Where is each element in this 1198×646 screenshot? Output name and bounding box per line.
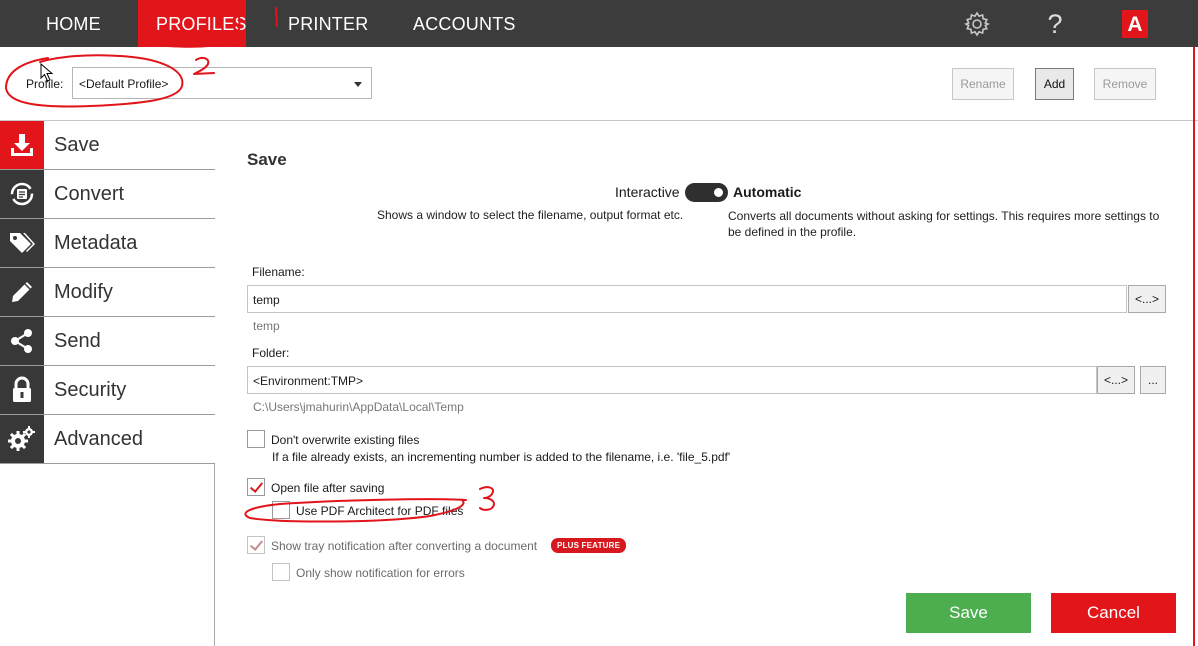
- filename-input[interactable]: temp: [247, 285, 1127, 313]
- sidebar-item-label: Modify: [54, 281, 113, 303]
- sidebar-item-send[interactable]: Send: [0, 317, 215, 366]
- top-navigation-bar: HOME PROFILES PRINTER ACCOUNTS ? A: [0, 0, 1198, 47]
- toggle-knob: [714, 188, 723, 197]
- sidebar-item-metadata[interactable]: Metadata: [0, 219, 215, 268]
- cancel-button[interactable]: Cancel: [1051, 593, 1176, 633]
- save-button[interactable]: Save: [906, 593, 1031, 633]
- folder-preview: C:\Users\jmahurin\AppData\Local\Temp: [253, 400, 464, 414]
- sidebar-item-label: Convert: [54, 183, 125, 205]
- nav-tab-profiles[interactable]: PROFILES: [138, 0, 246, 47]
- interactive-description: Shows a window to select the filename, o…: [377, 208, 684, 222]
- help-icon[interactable]: ?: [1040, 8, 1070, 40]
- folder-token-button[interactable]: <...>: [1097, 366, 1135, 394]
- annotation-number-3: 3: [482, 488, 483, 489]
- open-after-saving-label: Open file after saving: [271, 481, 385, 495]
- sidebar-item-label: Metadata: [54, 232, 138, 254]
- use-pdf-architect-label: Use PDF Architect for PDF files: [296, 504, 464, 518]
- filename-preview: temp: [253, 319, 280, 333]
- folder-label: Folder:: [252, 346, 290, 360]
- annotation-number-1: 1: [270, 4, 271, 5]
- dont-overwrite-description: If a file already exists, an incrementin…: [272, 450, 731, 464]
- nav-tab-accounts[interactable]: ACCOUNTS: [413, 0, 516, 47]
- gears-icon: [0, 415, 44, 463]
- dont-overwrite-label: Don't overwrite existing files: [271, 433, 420, 447]
- sidebar-item-advanced[interactable]: Advanced: [0, 415, 215, 464]
- app-logo-glyph: A: [1122, 10, 1148, 38]
- sidebar-item-label: Advanced: [54, 428, 143, 450]
- annotation-number-2: 2: [196, 58, 197, 59]
- sidebar-item-label: Send: [54, 330, 101, 352]
- mode-toggle-switch[interactable]: [685, 183, 728, 202]
- pencil-icon: [0, 268, 44, 316]
- save-settings-panel: Save Interactive Automatic Shows a windo…: [216, 122, 1198, 646]
- page-title: Save: [247, 150, 287, 169]
- sidebar-item-convert[interactable]: Convert: [0, 170, 215, 219]
- mode-automatic-label: Automatic: [733, 184, 802, 200]
- folder-input[interactable]: <Environment:TMP>: [247, 366, 1097, 394]
- folder-browse-button[interactable]: ...: [1140, 366, 1166, 394]
- profile-label: Profile:: [26, 77, 64, 91]
- only-errors-label: Only show notification for errors: [296, 566, 465, 580]
- automatic-description: Converts all documents without asking fo…: [728, 209, 1160, 239]
- sidebar-item-label: Save: [54, 134, 100, 156]
- download-icon: [0, 121, 44, 169]
- show-tray-notification-checkbox[interactable]: [247, 536, 265, 554]
- nav-tab-home[interactable]: HOME: [46, 0, 101, 47]
- mode-interactive-label: Interactive: [615, 184, 680, 200]
- share-icon: [0, 317, 44, 365]
- sidebar-item-security[interactable]: Security: [0, 366, 215, 415]
- profile-dropdown-value: <Default Profile>: [79, 77, 169, 91]
- app-logo-icon: A: [1120, 8, 1150, 40]
- convert-icon: [0, 170, 44, 218]
- use-pdf-architect-checkbox[interactable]: [272, 501, 290, 519]
- chevron-down-icon: [354, 82, 362, 87]
- add-profile-button[interactable]: Add: [1035, 68, 1074, 100]
- nav-tab-printer[interactable]: PRINTER: [288, 0, 368, 47]
- settings-sidebar: Save Convert Metadata Modify Send Securi…: [0, 121, 215, 646]
- lock-icon: [0, 366, 44, 414]
- sidebar-item-save[interactable]: Save: [0, 121, 215, 170]
- sidebar-item-label: Security: [54, 379, 127, 401]
- gear-icon[interactable]: [962, 8, 992, 40]
- filename-token-button[interactable]: <...>: [1128, 285, 1166, 313]
- profile-toolbar: Profile: <Default Profile> Rename Add Re…: [0, 47, 1198, 121]
- only-errors-checkbox[interactable]: [272, 563, 290, 581]
- plus-feature-badge: PLUS FEATURE: [551, 538, 627, 553]
- sidebar-item-modify[interactable]: Modify: [0, 268, 215, 317]
- show-tray-notification-label: Show tray notification after converting …: [271, 539, 538, 553]
- rename-profile-button[interactable]: Rename: [952, 68, 1014, 100]
- filename-label: Filename:: [252, 265, 305, 279]
- window-border: [1193, 47, 1195, 646]
- remove-profile-button[interactable]: Remove: [1094, 68, 1156, 100]
- open-after-saving-checkbox[interactable]: [247, 478, 265, 496]
- dont-overwrite-checkbox[interactable]: [247, 430, 265, 448]
- tags-icon: [0, 219, 44, 267]
- profile-dropdown[interactable]: <Default Profile>: [72, 67, 372, 99]
